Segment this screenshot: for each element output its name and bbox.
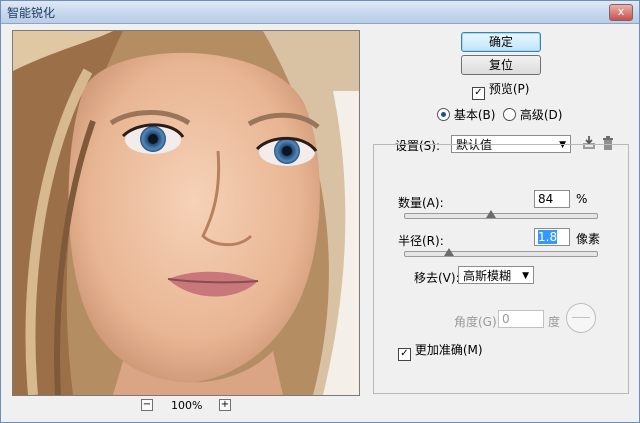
settings-group: 数量(A): 84 % 半径(R): 1.8 像素 移去(V): 高斯模糊 ▼ … [373,144,629,394]
preview-image[interactable] [12,30,360,396]
title-bar[interactable]: 智能锐化 x [1,1,639,24]
preview-checkbox[interactable]: ✓ [472,87,485,100]
accurate-label: 更加准确(M) [414,343,483,357]
zoom-control: − 100% + [141,399,241,413]
remove-value: 高斯模糊 [463,269,512,283]
radius-slider-track[interactable] [404,251,598,257]
radius-value: 1.8 [538,230,558,244]
amount-input[interactable]: 84 [534,190,570,208]
amount-unit: % [576,192,588,206]
amount-label: 数量(A): [398,196,444,210]
mode-advanced[interactable]: 高级(D) [503,106,562,123]
accurate-checkbox-row[interactable]: ✓ 更加准确(M) [398,341,483,361]
ok-button[interactable]: 确定 [461,32,541,52]
mode-basic[interactable]: 基本(B) [437,106,495,123]
radius-label: 半径(R): [398,234,444,248]
reset-button[interactable]: 复位 [461,55,541,75]
chevron-down-icon: ▼ [522,271,529,281]
close-button[interactable]: x [609,4,633,21]
radius-input[interactable]: 1.8 [534,228,570,246]
accurate-checkbox[interactable]: ✓ [398,348,411,361]
zoom-level: 100% [171,399,203,412]
preview-checkbox-row[interactable]: ✓ 预览(P) [472,80,529,100]
preview-label: 预览(P) [488,82,530,96]
angle-input: 0 [498,310,544,328]
basic-label: 基本(B) [453,108,496,122]
radius-unit: 像素 [576,232,601,246]
portrait-photo [13,31,359,395]
angle-label: 角度(G): [454,315,501,329]
dialog-window: 智能锐化 x − 100% + 确定 复位 ✓ 预览(P) 基本(B) 高级(D… [0,0,640,423]
amount-slider-thumb[interactable] [486,210,496,218]
remove-select[interactable]: 高斯模糊 ▼ [458,266,534,284]
angle-dial [566,303,596,333]
basic-radio[interactable] [437,108,450,121]
zoom-out-button[interactable]: − [141,399,153,411]
advanced-label: 高级(D) [519,108,563,122]
zoom-in-button[interactable]: + [219,399,231,411]
remove-label: 移去(V): [414,271,460,285]
radius-slider-thumb[interactable] [444,248,454,256]
advanced-radio[interactable] [503,108,516,121]
dialog-title: 智能锐化 [7,6,56,20]
angle-unit: 度 [548,315,561,329]
amount-slider-track[interactable] [404,213,598,219]
